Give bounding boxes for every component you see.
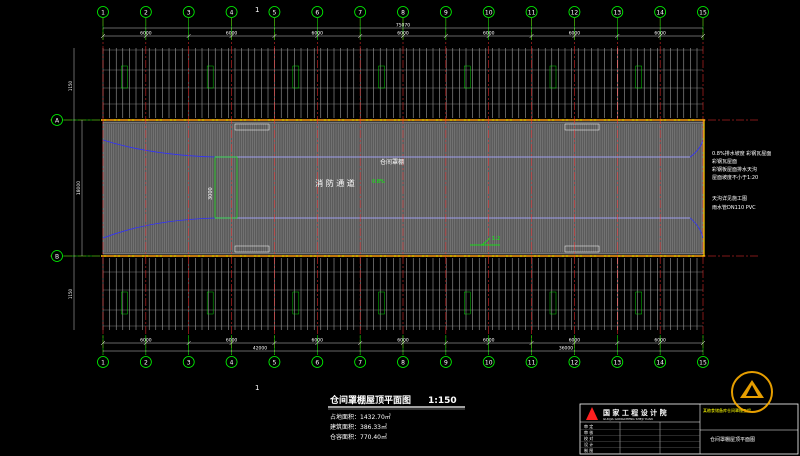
drawing-scale: 1:150 bbox=[428, 396, 457, 406]
dim-text: 6000 bbox=[483, 338, 495, 344]
dim-text: 1150 bbox=[68, 80, 73, 91]
bay-tag bbox=[292, 65, 300, 89]
axis-label-x: 13 bbox=[613, 10, 621, 17]
section-mark: 1 bbox=[255, 6, 259, 14]
drawing-title: 仓间罩棚屋顶平面图 bbox=[329, 394, 411, 406]
passage-label: 消 防 通 道 bbox=[315, 178, 355, 188]
title-block-rows: 审 定审 核校 对设 计制 图 bbox=[580, 423, 700, 454]
axis-label-x: 15 bbox=[699, 360, 707, 367]
dim-text: 6000 bbox=[140, 31, 152, 37]
dim-text: 6000 bbox=[226, 338, 238, 344]
stat-building: 建筑面积：386.33㎡ bbox=[330, 423, 387, 431]
drawing-title-block: 仓间罩棚屋顶平面图 1:150 占地面积：1432.70㎡ 建筑面积：386.3… bbox=[328, 394, 465, 441]
bay-tag bbox=[464, 291, 471, 315]
axis-label-x: 8 bbox=[401, 360, 405, 367]
axis-label-x: 2 bbox=[144, 10, 148, 17]
axis-label-x: 3 bbox=[187, 10, 191, 17]
dim-text: 6000 bbox=[654, 338, 666, 344]
axis-label-x: 2 bbox=[144, 360, 148, 367]
bay-tag bbox=[549, 291, 557, 315]
axis-label-x: 9 bbox=[444, 10, 448, 17]
note-6: 雨水管DN110 PVC bbox=[712, 204, 756, 211]
bay-tag bbox=[121, 291, 128, 315]
bay-tag bbox=[549, 65, 557, 89]
dim-text: 75070 bbox=[396, 23, 410, 29]
bay-tag bbox=[206, 65, 214, 89]
axis-label-x: 7 bbox=[358, 10, 362, 17]
axis-label-x: 6 bbox=[315, 360, 319, 367]
center-label: 仓间罩棚 bbox=[380, 158, 404, 166]
dim-text: 6000 bbox=[312, 31, 324, 37]
axis-label-x: 3 bbox=[187, 360, 191, 367]
dim-text: 6000 bbox=[140, 338, 152, 344]
company-logo-icon bbox=[586, 407, 598, 420]
axis-label-x: 4 bbox=[230, 10, 234, 17]
axis-label-x: 5 bbox=[273, 360, 277, 367]
title-block-row: 审 定 bbox=[584, 423, 593, 429]
axis-label-x: 1 bbox=[101, 360, 105, 367]
bay-tag bbox=[378, 291, 385, 315]
axis-label-x: 14 bbox=[656, 10, 664, 17]
dim-text: 6000 bbox=[654, 31, 666, 37]
axis-label-x: 13 bbox=[613, 360, 621, 367]
section-mark: 1 bbox=[255, 384, 259, 392]
passage-note: 0.8% bbox=[372, 179, 385, 185]
axis-label-x: 4 bbox=[230, 360, 234, 367]
bay-tag bbox=[206, 291, 214, 315]
axis-label-x: 14 bbox=[656, 360, 664, 367]
axis-label-x: 11 bbox=[528, 10, 536, 17]
dim-text: 6000 bbox=[312, 338, 324, 344]
dim-text: 6000 bbox=[569, 338, 581, 344]
note-2: 彩钢瓦屋面 bbox=[712, 158, 737, 165]
callout-text: 1:2 bbox=[492, 236, 500, 242]
axis-label-x: 9 bbox=[444, 360, 448, 367]
stat-capacity: 仓容面积：770.40㎡ bbox=[330, 433, 387, 441]
axis-label-x: 8 bbox=[401, 10, 405, 17]
inner-dim: 3000 bbox=[208, 187, 214, 200]
axis-label-x: 11 bbox=[528, 360, 536, 367]
axis-label-x: 10 bbox=[485, 10, 493, 17]
stat-area: 占地面积：1432.70㎡ bbox=[330, 413, 391, 421]
dim-text: 1150 bbox=[68, 288, 73, 299]
axis-label-x: 5 bbox=[273, 10, 277, 17]
axis-label-x: 7 bbox=[358, 360, 362, 367]
axis-label-x: 15 bbox=[699, 10, 707, 17]
bay-tag bbox=[464, 65, 471, 89]
watermark-logo-icon bbox=[731, 371, 773, 413]
axis-label-x: 6 bbox=[315, 10, 319, 17]
company-name-en: GUOJIA GONGCHENG SHEJI YUAN bbox=[603, 417, 653, 421]
title-block-row: 制 图 bbox=[584, 447, 593, 453]
note-1: 0.8%排水坡度 彩钢瓦屋面 bbox=[712, 150, 771, 157]
dim-text: 42000 bbox=[253, 346, 267, 352]
bay-tag bbox=[378, 65, 385, 89]
note-4: 屋面坡度不小于1:20 bbox=[712, 174, 758, 181]
roof-notes: 0.8%排水坡度 彩钢瓦屋面 彩钢瓦屋面 彩钢板屋面排水天沟 屋面坡度不小于1:… bbox=[712, 150, 771, 211]
dim-text: 6000 bbox=[397, 338, 409, 344]
axis-label-x: 10 bbox=[485, 360, 493, 367]
company-title-block: 国 家 工 程 设 计 院 GUOJIA GONGCHENG SHEJI YUA… bbox=[579, 403, 799, 455]
bay-tag bbox=[635, 65, 642, 89]
dim-text: 6000 bbox=[397, 31, 409, 37]
note-3: 彩钢板屋面排水天沟 bbox=[712, 166, 757, 173]
company-name: 国 家 工 程 设 计 院 bbox=[603, 408, 667, 417]
dim-text: 6000 bbox=[569, 31, 581, 37]
bay-tag bbox=[635, 291, 642, 315]
dim-text: 6000 bbox=[483, 31, 495, 37]
dim-text: 36000 bbox=[559, 346, 573, 352]
dim-text: 18000 bbox=[76, 181, 82, 195]
bay-tag bbox=[292, 291, 300, 315]
title-block-row: 校 对 bbox=[584, 435, 593, 441]
axis-label-x: 12 bbox=[571, 360, 579, 367]
dim-text: 6000 bbox=[226, 31, 238, 37]
title-block-row: 设 计 bbox=[584, 441, 593, 447]
axis-label-y: B bbox=[55, 254, 59, 261]
title-block-row: 审 核 bbox=[584, 429, 593, 435]
sheet-name: 仓间罩棚屋顶平面图 bbox=[710, 436, 755, 443]
roof-plan-drawing: 1122334455667788991010111112121313141415… bbox=[50, 6, 799, 455]
note-5: 天沟详见施工图 bbox=[712, 195, 747, 202]
axis-label-x: 1 bbox=[101, 10, 105, 17]
bay-tag bbox=[121, 65, 128, 89]
axis-label-x: 12 bbox=[571, 10, 579, 17]
